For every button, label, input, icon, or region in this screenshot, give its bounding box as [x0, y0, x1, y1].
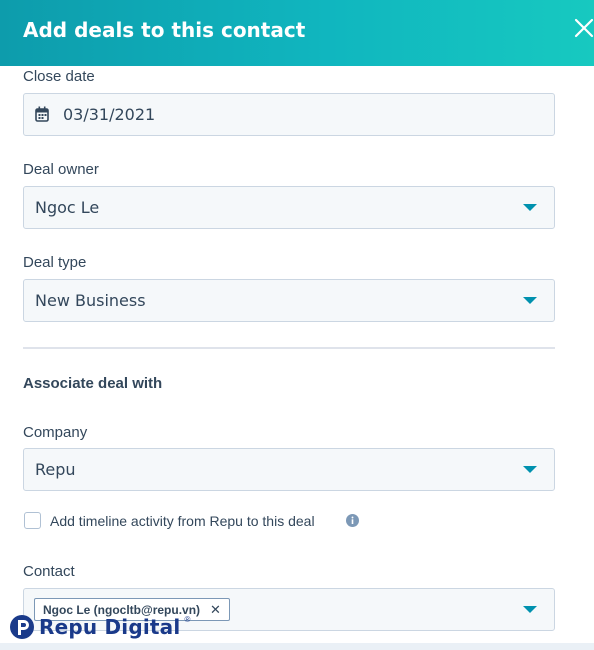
repu-digital-watermark: Repu Digital ® — [9, 614, 190, 640]
timeline-activity-checkbox[interactable] — [24, 512, 41, 529]
deal-owner-select[interactable]: Ngoc Le — [23, 186, 555, 229]
close-date-label: Close date — [23, 68, 95, 85]
watermark-text: Repu Digital — [39, 615, 181, 639]
company-value: Repu — [35, 460, 76, 479]
associate-heading: Associate deal with — [23, 375, 163, 392]
repu-logo-icon — [10, 615, 34, 639]
section-divider — [23, 347, 555, 349]
remove-tag-icon[interactable]: ✕ — [210, 603, 221, 616]
calendar-icon — [35, 106, 49, 122]
watermark-registered: ® — [184, 614, 191, 624]
contact-label: Contact — [23, 563, 75, 580]
close-date-input[interactable]: 03/31/2021 — [23, 93, 555, 136]
deal-owner-value: Ngoc Le — [35, 198, 100, 217]
deal-type-label: Deal type — [23, 254, 87, 271]
chevron-down-icon — [523, 466, 537, 473]
chevron-down-icon — [523, 297, 537, 304]
chevron-down-icon — [523, 204, 537, 211]
close-button[interactable] — [572, 14, 594, 42]
deal-type-select[interactable]: New Business — [23, 279, 555, 322]
company-select[interactable]: Repu — [23, 448, 555, 491]
info-icon[interactable] — [346, 514, 359, 527]
deal-owner-label: Deal owner — [23, 161, 99, 178]
close-icon — [574, 18, 594, 38]
timeline-activity-label: Add timeline activity from Repu to this … — [50, 513, 315, 529]
close-date-value: 03/31/2021 — [63, 105, 156, 124]
dialog-title: Add deals to this contact — [23, 18, 306, 42]
chevron-down-icon — [523, 606, 537, 613]
deal-type-value: New Business — [35, 291, 146, 310]
footer-strip — [0, 643, 594, 650]
company-label: Company — [23, 424, 88, 441]
dialog-header: Add deals to this contact — [0, 0, 594, 66]
